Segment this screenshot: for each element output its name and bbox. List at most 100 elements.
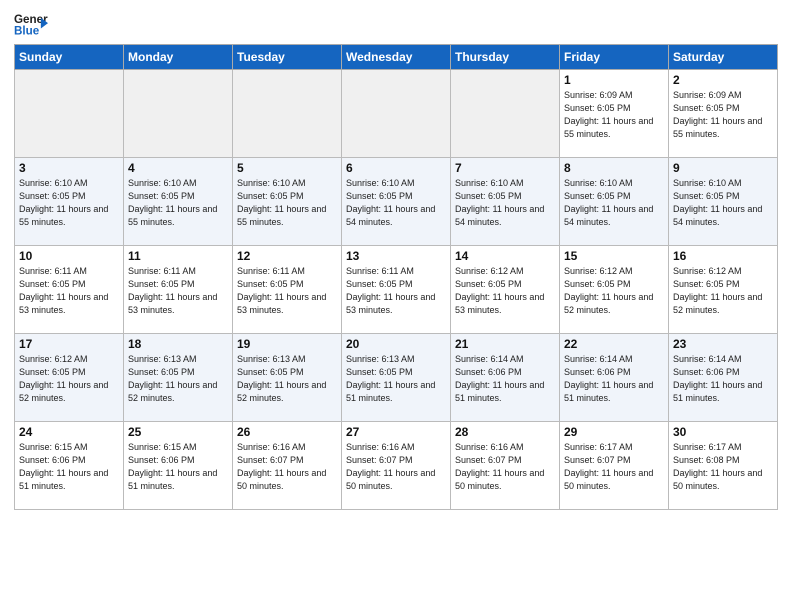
day-number: 1	[564, 73, 664, 87]
day-number: 22	[564, 337, 664, 351]
day-detail: Sunrise: 6:11 AM Sunset: 6:05 PM Dayligh…	[128, 265, 228, 317]
calendar-cell: 21Sunrise: 6:14 AM Sunset: 6:06 PM Dayli…	[451, 334, 560, 422]
day-detail: Sunrise: 6:13 AM Sunset: 6:05 PM Dayligh…	[237, 353, 337, 405]
calendar-cell: 26Sunrise: 6:16 AM Sunset: 6:07 PM Dayli…	[233, 422, 342, 510]
calendar-cell: 25 Sunrise: 6:15 AM Sunset: 6:06 PM Dayli…	[124, 422, 233, 510]
day-detail: Sunrise: 6:10 AM Sunset: 6:05 PM Dayligh…	[455, 177, 555, 229]
calendar-cell: 2 Sunrise: 6:09 AM Sunset: 6:05 PM Daylig…	[669, 70, 778, 158]
weekday-monday: Monday	[124, 45, 233, 70]
day-detail: Sunrise: 6:11 AM Sunset: 6:05 PM Dayligh…	[237, 265, 337, 317]
day-detail: Sunrise: 6:14 AM Sunset: 6:06 PM Dayligh…	[673, 353, 773, 405]
calendar-cell: 7 Sunrise: 6:10 AM Sunset: 6:05 PM Daylig…	[451, 158, 560, 246]
day-number: 10	[19, 249, 119, 263]
day-number: 23	[673, 337, 773, 351]
day-detail: Sunrise: 6:11 AM Sunset: 6:05 PM Dayligh…	[19, 265, 119, 317]
day-detail: Sunrise: 6:12 AM Sunset: 6:05 PM Dayligh…	[19, 353, 119, 405]
calendar-cell	[124, 70, 233, 158]
calendar-cell: 11 Sunrise: 6:11 AM Sunset: 6:05 PM Dayli…	[124, 246, 233, 334]
day-detail: Sunrise: 6:10 AM Sunset: 6:05 PM Dayligh…	[346, 177, 446, 229]
day-number: 8	[564, 161, 664, 175]
day-number: 5	[237, 161, 337, 175]
day-number: 15	[564, 249, 664, 263]
week-row-3: 10 Sunrise: 6:11 AM Sunset: 6:05 PM Dayli…	[15, 246, 778, 334]
page: General Blue SundayMondayTuesdayWednesda…	[0, 0, 792, 612]
day-number: 3	[19, 161, 119, 175]
day-detail: Sunrise: 6:12 AM Sunset: 6:05 PM Dayligh…	[564, 265, 664, 317]
logo: General Blue	[14, 10, 48, 38]
day-number: 24	[19, 425, 119, 439]
day-detail: Sunrise: 6:14 AM Sunset: 6:06 PM Dayligh…	[455, 353, 555, 405]
weekday-sunday: Sunday	[15, 45, 124, 70]
calendar-cell	[451, 70, 560, 158]
calendar-cell: 4 Sunrise: 6:10 AM Sunset: 6:05 PM Daylig…	[124, 158, 233, 246]
calendar-cell	[15, 70, 124, 158]
day-number: 28	[455, 425, 555, 439]
calendar-cell: 22 Sunrise: 6:14 AM Sunset: 6:06 PM Dayli…	[560, 334, 669, 422]
day-detail: Sunrise: 6:10 AM Sunset: 6:05 PM Dayligh…	[673, 177, 773, 229]
calendar-cell: 15 Sunrise: 6:12 AM Sunset: 6:05 PM Dayli…	[560, 246, 669, 334]
header: General Blue	[14, 10, 778, 38]
week-row-1: 1 Sunrise: 6:09 AM Sunset: 6:05 PM Daylig…	[15, 70, 778, 158]
day-number: 7	[455, 161, 555, 175]
calendar-cell: 10 Sunrise: 6:11 AM Sunset: 6:05 PM Dayli…	[15, 246, 124, 334]
day-number: 27	[346, 425, 446, 439]
weekday-thursday: Thursday	[451, 45, 560, 70]
day-number: 2	[673, 73, 773, 87]
day-detail: Sunrise: 6:09 AM Sunset: 6:05 PM Dayligh…	[673, 89, 773, 141]
day-detail: Sunrise: 6:16 AM Sunset: 6:07 PM Dayligh…	[346, 441, 446, 493]
day-detail: Sunrise: 6:09 AM Sunset: 6:05 PM Dayligh…	[564, 89, 664, 141]
week-row-5: 24 Sunrise: 6:15 AM Sunset: 6:06 PM Dayli…	[15, 422, 778, 510]
calendar-cell: 24 Sunrise: 6:15 AM Sunset: 6:06 PM Dayli…	[15, 422, 124, 510]
calendar-cell: 28Sunrise: 6:16 AM Sunset: 6:07 PM Dayli…	[451, 422, 560, 510]
calendar-cell	[342, 70, 451, 158]
day-number: 19	[237, 337, 337, 351]
day-detail: Sunrise: 6:15 AM Sunset: 6:06 PM Dayligh…	[19, 441, 119, 493]
day-number: 18	[128, 337, 228, 351]
day-number: 13	[346, 249, 446, 263]
week-row-2: 3 Sunrise: 6:10 AM Sunset: 6:05 PM Daylig…	[15, 158, 778, 246]
calendar-cell	[233, 70, 342, 158]
calendar-cell: 27 Sunrise: 6:16 AM Sunset: 6:07 PM Dayli…	[342, 422, 451, 510]
calendar-cell: 1 Sunrise: 6:09 AM Sunset: 6:05 PM Daylig…	[560, 70, 669, 158]
day-number: 9	[673, 161, 773, 175]
day-number: 6	[346, 161, 446, 175]
day-number: 17	[19, 337, 119, 351]
calendar-cell: 18Sunrise: 6:13 AM Sunset: 6:05 PM Dayli…	[124, 334, 233, 422]
day-detail: Sunrise: 6:10 AM Sunset: 6:05 PM Dayligh…	[237, 177, 337, 229]
calendar-cell: 9 Sunrise: 6:10 AM Sunset: 6:05 PM Daylig…	[669, 158, 778, 246]
day-detail: Sunrise: 6:16 AM Sunset: 6:07 PM Dayligh…	[237, 441, 337, 493]
day-detail: Sunrise: 6:11 AM Sunset: 6:05 PM Dayligh…	[346, 265, 446, 317]
day-detail: Sunrise: 6:10 AM Sunset: 6:05 PM Dayligh…	[19, 177, 119, 229]
day-number: 14	[455, 249, 555, 263]
calendar-cell: 8 Sunrise: 6:10 AM Sunset: 6:05 PM Daylig…	[560, 158, 669, 246]
day-detail: Sunrise: 6:13 AM Sunset: 6:05 PM Dayligh…	[346, 353, 446, 405]
calendar-cell: 3 Sunrise: 6:10 AM Sunset: 6:05 PM Daylig…	[15, 158, 124, 246]
weekday-friday: Friday	[560, 45, 669, 70]
logo-icon: General Blue	[14, 10, 48, 38]
calendar-cell: 19 Sunrise: 6:13 AM Sunset: 6:05 PM Dayli…	[233, 334, 342, 422]
day-number: 25	[128, 425, 228, 439]
weekday-wednesday: Wednesday	[342, 45, 451, 70]
calendar-cell: 17 Sunrise: 6:12 AM Sunset: 6:05 PM Dayli…	[15, 334, 124, 422]
day-detail: Sunrise: 6:15 AM Sunset: 6:06 PM Dayligh…	[128, 441, 228, 493]
calendar-cell: 16Sunrise: 6:12 AM Sunset: 6:05 PM Dayli…	[669, 246, 778, 334]
weekday-header-row: SundayMondayTuesdayWednesdayThursdayFrid…	[15, 45, 778, 70]
calendar-cell: 6 Sunrise: 6:10 AM Sunset: 6:05 PM Daylig…	[342, 158, 451, 246]
day-detail: Sunrise: 6:17 AM Sunset: 6:07 PM Dayligh…	[564, 441, 664, 493]
calendar-cell: 5 Sunrise: 6:10 AM Sunset: 6:05 PM Daylig…	[233, 158, 342, 246]
day-detail: Sunrise: 6:14 AM Sunset: 6:06 PM Dayligh…	[564, 353, 664, 405]
week-row-4: 17 Sunrise: 6:12 AM Sunset: 6:05 PM Dayli…	[15, 334, 778, 422]
day-detail: Sunrise: 6:12 AM Sunset: 6:05 PM Dayligh…	[455, 265, 555, 317]
day-detail: Sunrise: 6:17 AM Sunset: 6:08 PM Dayligh…	[673, 441, 773, 493]
day-number: 12	[237, 249, 337, 263]
calendar-cell: 30 Sunrise: 6:17 AM Sunset: 6:08 PM Dayli…	[669, 422, 778, 510]
day-detail: Sunrise: 6:10 AM Sunset: 6:05 PM Dayligh…	[564, 177, 664, 229]
day-number: 30	[673, 425, 773, 439]
day-detail: Sunrise: 6:10 AM Sunset: 6:05 PM Dayligh…	[128, 177, 228, 229]
weekday-tuesday: Tuesday	[233, 45, 342, 70]
day-number: 11	[128, 249, 228, 263]
calendar-cell: 29Sunrise: 6:17 AM Sunset: 6:07 PM Dayli…	[560, 422, 669, 510]
day-number: 16	[673, 249, 773, 263]
svg-text:Blue: Blue	[14, 25, 40, 38]
day-number: 4	[128, 161, 228, 175]
